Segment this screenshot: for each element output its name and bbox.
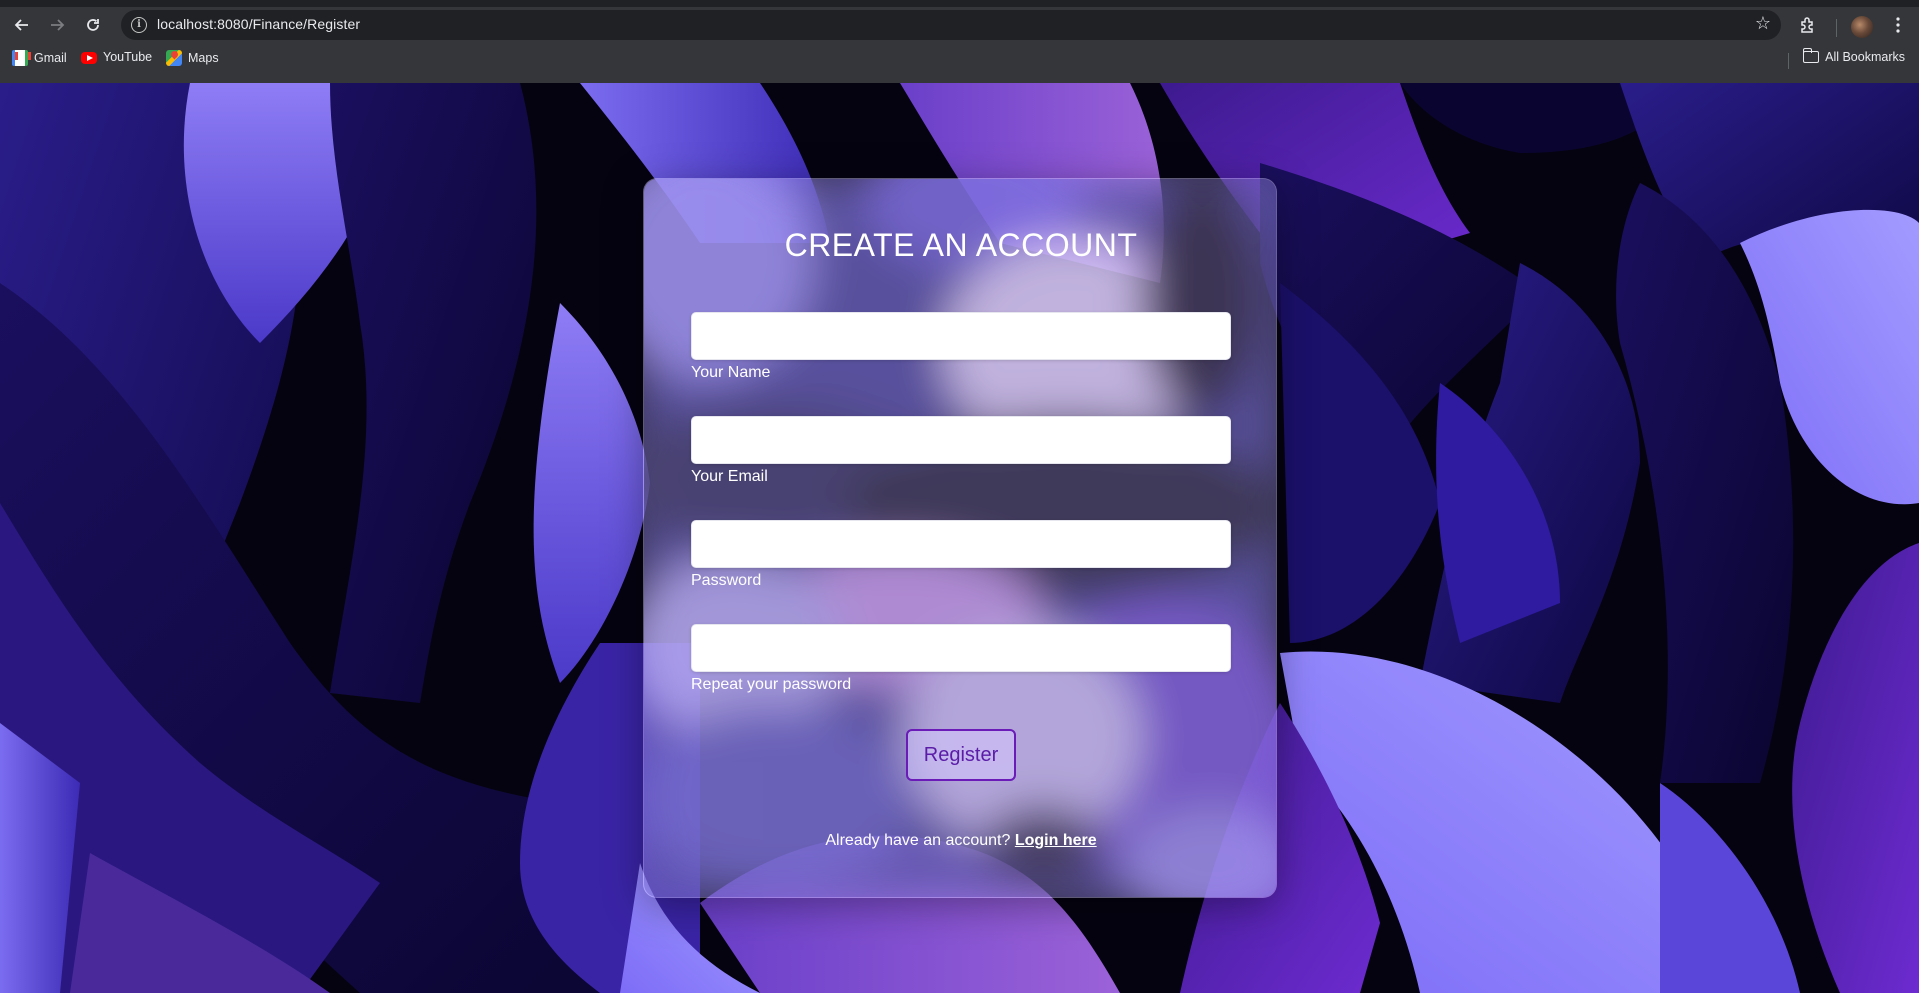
profile-avatar[interactable] <box>1851 16 1873 38</box>
bookmark-label: Gmail <box>34 51 67 65</box>
bookmark-gmail[interactable]: Gmail <box>12 50 67 66</box>
reload-icon[interactable] <box>79 11 107 39</box>
password-field-group: Password <box>691 520 1231 590</box>
bookmarks-separator <box>1788 53 1789 69</box>
maps-icon <box>166 50 182 66</box>
bookmark-maps[interactable]: Maps <box>166 50 219 66</box>
back-icon[interactable] <box>8 11 36 39</box>
password-input[interactable] <box>691 520 1231 568</box>
forward-icon[interactable] <box>43 11 71 39</box>
login-prompt-text: Already have an account? <box>825 832 1011 849</box>
register-card: CREATE AN ACCOUNT Your Name Your Email P… <box>643 178 1277 898</box>
all-bookmarks-button[interactable]: All Bookmarks <box>1802 48 1905 64</box>
page-title: CREATE AN ACCOUNT <box>784 227 1138 263</box>
bookmark-label: Maps <box>188 51 219 65</box>
name-input[interactable] <box>691 312 1231 360</box>
extensions-icon[interactable] <box>1794 11 1822 39</box>
email-input[interactable] <box>691 416 1231 464</box>
menu-kebab-icon[interactable] <box>1884 11 1912 39</box>
page-viewport: CREATE AN ACCOUNT Your Name Your Email P… <box>0 83 1919 993</box>
address-url[interactable]: localhost:8080/Finance/Register <box>157 16 360 32</box>
address-bar[interactable]: i localhost:8080/Finance/Register ☆ <box>121 10 1781 40</box>
email-label: Your Email <box>691 468 768 485</box>
folder-icon <box>1802 48 1820 63</box>
password-label: Password <box>691 572 762 589</box>
repeat-password-label: Repeat your password <box>691 676 852 693</box>
register-button[interactable]: Register <box>906 729 1016 781</box>
browser-toolbar: i localhost:8080/Finance/Register ☆ <box>0 7 1919 43</box>
browser-chrome: i localhost:8080/Finance/Register ☆ Gmai… <box>0 0 1919 83</box>
bookmark-youtube[interactable]: YouTube <box>81 50 152 64</box>
tab-strip <box>0 0 1919 7</box>
gmail-icon <box>12 50 31 66</box>
repeat-password-field-group: Repeat your password <box>691 624 1231 694</box>
all-bookmarks-label: All Bookmarks <box>1825 50 1905 64</box>
repeat-password-input[interactable] <box>691 624 1231 672</box>
login-prompt: Already have an account? Login here <box>644 832 1276 850</box>
bookmarks-bar: Gmail YouTube Maps All Bookmarks <box>0 47 1919 75</box>
name-field-group: Your Name <box>691 312 1231 382</box>
email-field-group: Your Email <box>691 416 1231 486</box>
bookmark-label: YouTube <box>103 50 153 64</box>
bookmark-star-icon[interactable]: ☆ <box>1755 13 1771 34</box>
login-link[interactable]: Login here <box>1015 832 1097 849</box>
name-label: Your Name <box>691 364 771 381</box>
toolbar-separator <box>1836 19 1837 37</box>
youtube-icon <box>81 52 97 64</box>
site-info-icon[interactable]: i <box>131 17 147 33</box>
